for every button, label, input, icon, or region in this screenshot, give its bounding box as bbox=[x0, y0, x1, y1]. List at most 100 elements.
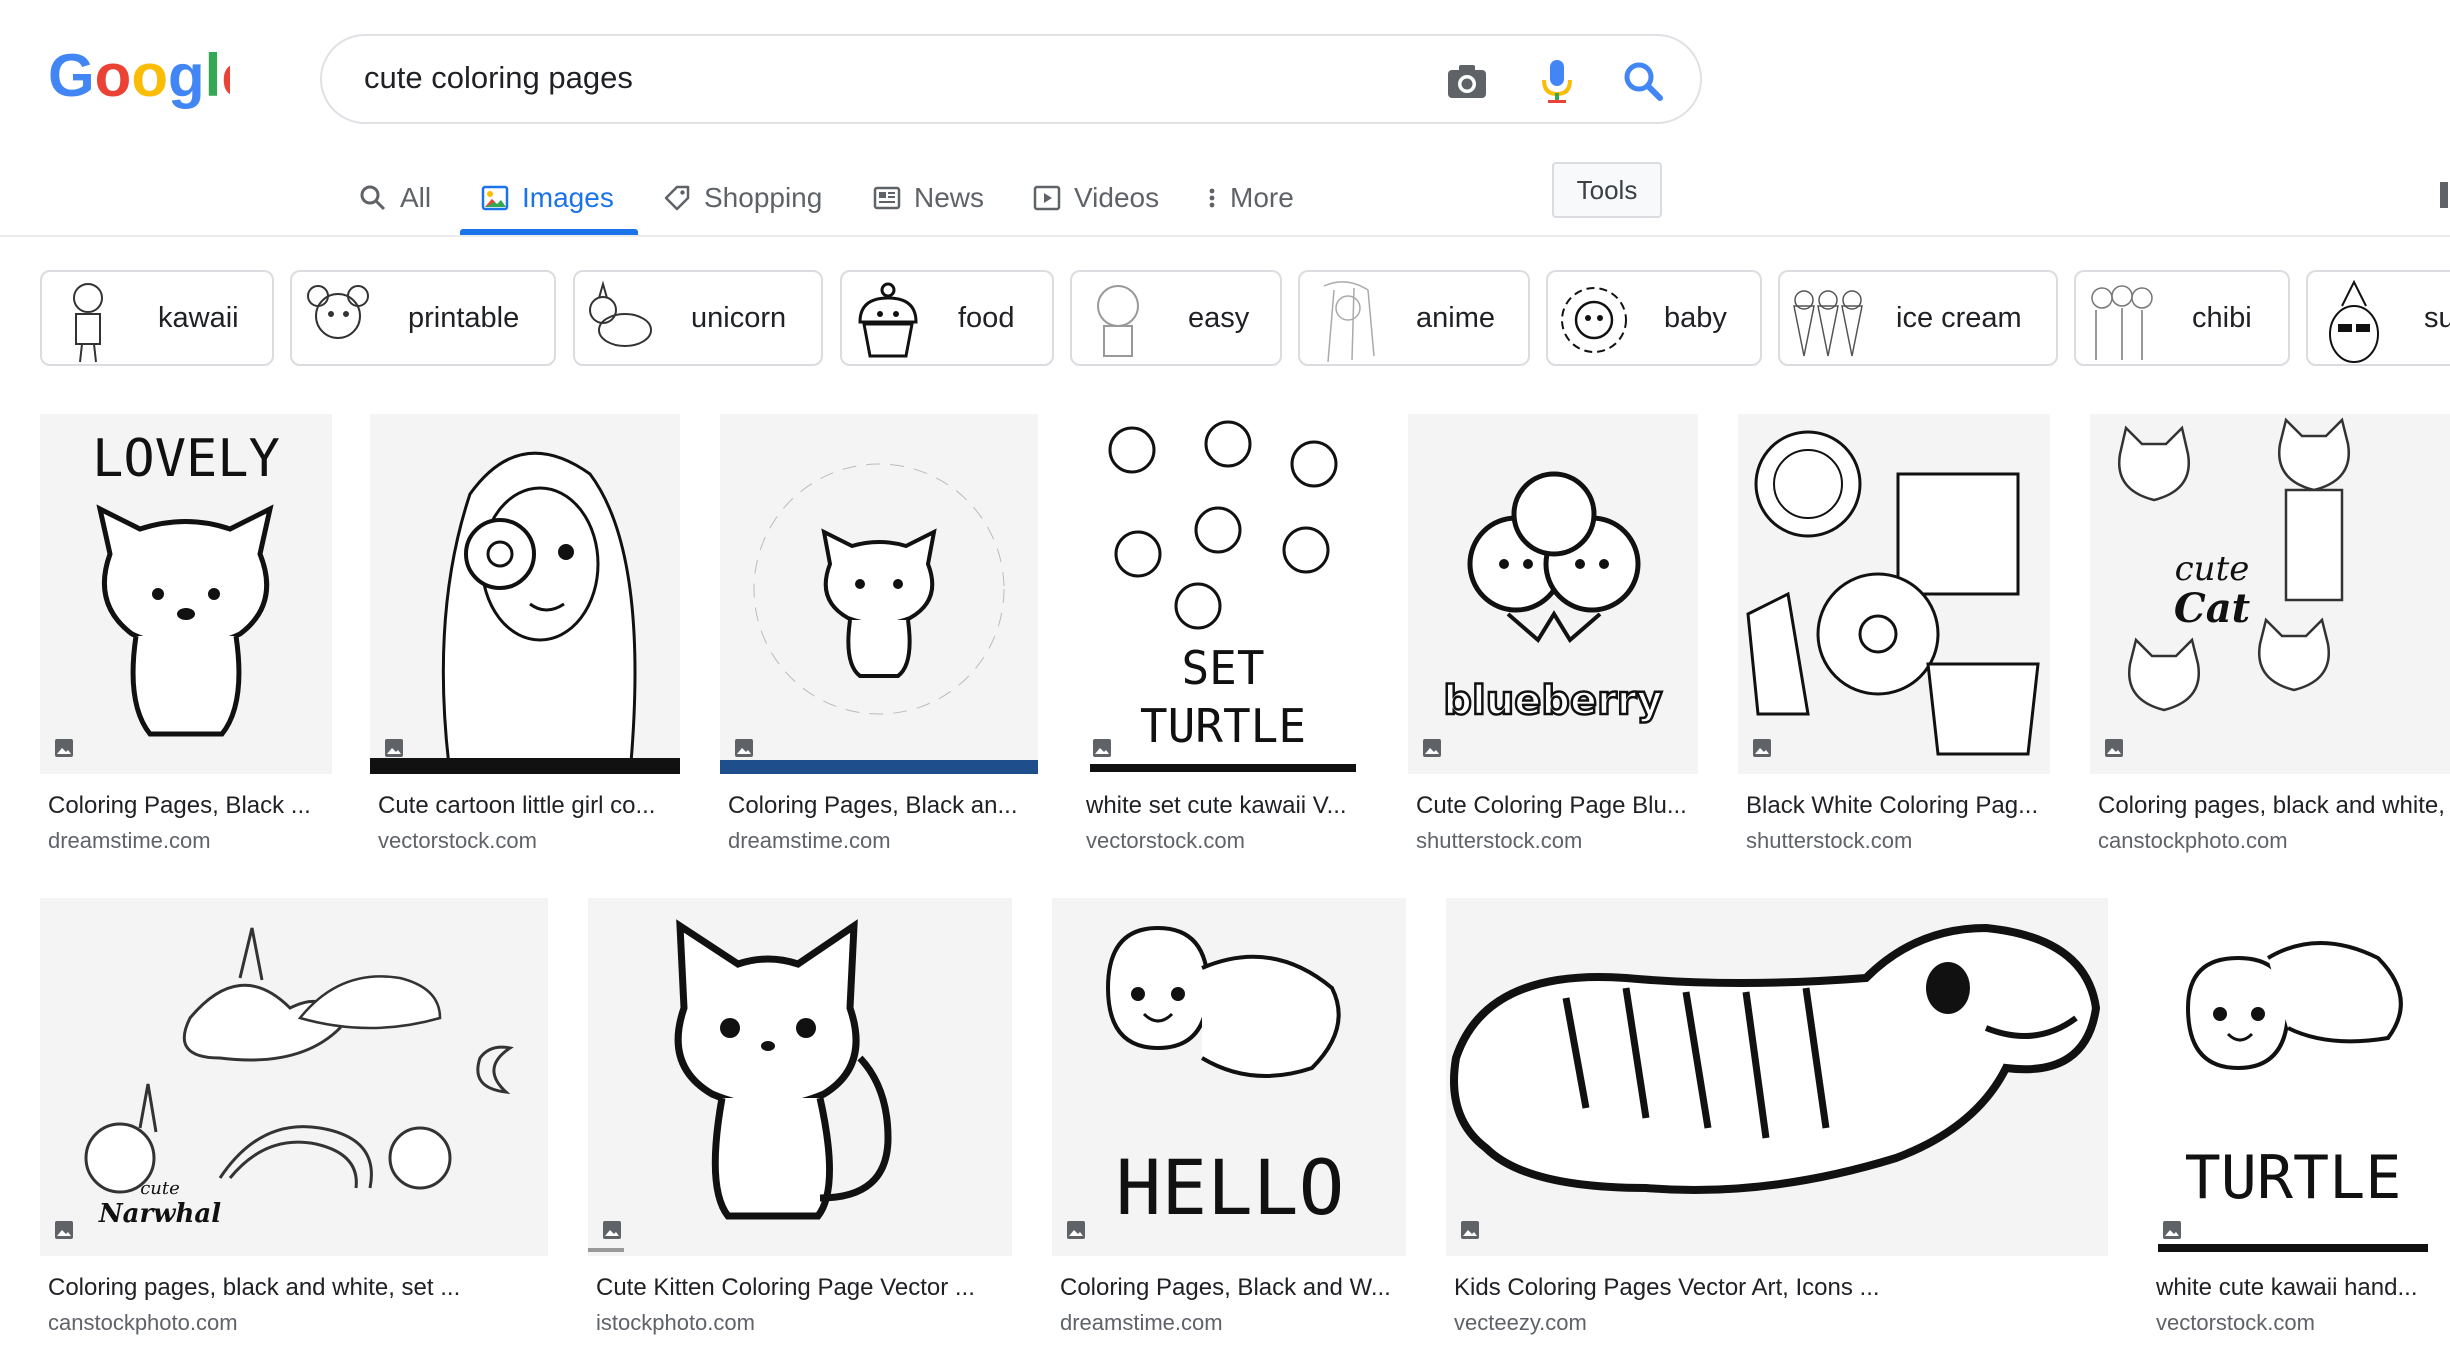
girl-drawing bbox=[370, 451, 680, 774]
scroll-marker bbox=[2440, 182, 2448, 208]
result-image[interactable]: TURTLE bbox=[2148, 898, 2438, 1256]
chip-baby[interactable]: baby bbox=[1546, 270, 1762, 366]
image-result[interactable]: Cute cartoon little girl co... vectorsto… bbox=[370, 414, 680, 864]
image-result[interactable]: LOVELY Coloring Pages, Black ... dreamst… bbox=[40, 414, 332, 864]
image-badge-icon bbox=[1423, 739, 1441, 757]
camera-icon[interactable] bbox=[1444, 58, 1490, 104]
search-box[interactable]: cute coloring pages bbox=[320, 34, 1702, 124]
mic-icon[interactable] bbox=[1534, 56, 1580, 106]
chip-chibi[interactable]: chibi bbox=[2074, 270, 2290, 366]
result-image[interactable]: cute Narwhal bbox=[40, 898, 548, 1256]
tab-label: More bbox=[1230, 182, 1294, 213]
chip-anime[interactable]: anime bbox=[1298, 270, 1530, 366]
chip-thumbnail bbox=[73, 283, 103, 363]
result-image[interactable] bbox=[588, 898, 1012, 1256]
image-badge-icon bbox=[55, 1221, 73, 1239]
result-title[interactable]: Kids Coloring Pages Vector Art, Icons ..… bbox=[1454, 1274, 2106, 1302]
image-result[interactable]: TURTLE white cute kawaii hand... vectors… bbox=[2148, 898, 2438, 1342]
search-input[interactable]: cute coloring pages bbox=[364, 60, 633, 96]
result-source[interactable]: vectorstock.com bbox=[378, 828, 537, 854]
chip-food[interactable]: food bbox=[840, 270, 1054, 366]
chip-label: chibi bbox=[2192, 302, 2252, 334]
blueberry-drawing: blueberry bbox=[1442, 471, 1664, 725]
chip-label: anime bbox=[1416, 302, 1495, 334]
chip-label: printable bbox=[408, 302, 520, 334]
image-result[interactable]: cute Cat Coloring pages, black and white… bbox=[2090, 414, 2450, 864]
tab-videos[interactable]: Videos bbox=[1032, 160, 1159, 236]
result-title[interactable]: Cute cartoon little girl co... bbox=[378, 792, 676, 820]
chip-su[interactable]: su bbox=[2306, 270, 2450, 366]
tab-images[interactable]: Images bbox=[480, 160, 614, 236]
result-image[interactable] bbox=[1446, 898, 2108, 1256]
result-image[interactable]: blueberry bbox=[1408, 414, 1698, 774]
tab-more[interactable]: More bbox=[1206, 160, 1294, 236]
result-source[interactable]: canstockphoto.com bbox=[2098, 828, 2288, 854]
chip-unicorn[interactable]: unicorn bbox=[573, 270, 823, 366]
image-result[interactable]: HELLO Coloring Pages, Black and W... dre… bbox=[1052, 898, 1406, 1342]
image-caption-text: Narwhal bbox=[98, 1199, 221, 1229]
result-source[interactable]: dreamstime.com bbox=[48, 828, 211, 854]
result-title[interactable]: Black White Coloring Pag... bbox=[1746, 792, 2046, 820]
image-result[interactable]: Black White Coloring Pag... shutterstock… bbox=[1738, 414, 2050, 864]
result-title[interactable]: white set cute kawaii V... bbox=[1086, 792, 1364, 820]
google-logo[interactable]: Google bbox=[48, 42, 230, 112]
result-title[interactable]: white cute kawaii hand... bbox=[2156, 1274, 2438, 1302]
tab-all[interactable]: All bbox=[358, 160, 431, 236]
result-title[interactable]: Cute Kitten Coloring Page Vector ... bbox=[596, 1274, 1010, 1302]
result-image[interactable]: SET TURTLE bbox=[1078, 414, 1368, 774]
search-icon[interactable] bbox=[1620, 56, 1666, 106]
image-result[interactable]: cute Narwhal Coloring pages, black and w… bbox=[40, 898, 548, 1342]
result-title[interactable]: Coloring Pages, Black and W... bbox=[1060, 1274, 1404, 1302]
result-source[interactable]: canstockphoto.com bbox=[48, 1310, 238, 1336]
tab-label: All bbox=[400, 182, 432, 213]
result-source[interactable]: istockphoto.com bbox=[596, 1310, 755, 1336]
image-result[interactable]: Kids Coloring Pages Vector Art, Icons ..… bbox=[1446, 898, 2108, 1342]
result-title[interactable]: Cute Coloring Page Blu... bbox=[1416, 792, 1694, 820]
result-source[interactable]: dreamstime.com bbox=[1060, 1310, 1223, 1336]
tab-news[interactable]: News bbox=[872, 160, 984, 236]
header-divider bbox=[0, 235, 2450, 237]
chip-thumbnail bbox=[1793, 290, 1863, 357]
result-image[interactable]: LOVELY bbox=[40, 414, 332, 774]
chip-easy[interactable]: easy bbox=[1070, 270, 1282, 366]
image-result[interactable]: blueberry Cute Coloring Page Blu... shut… bbox=[1408, 414, 1698, 864]
image-badge-icon bbox=[735, 739, 753, 757]
chip-thumbnail bbox=[858, 282, 918, 358]
image-result[interactable]: Coloring Pages, Black an... dreamstime.c… bbox=[720, 414, 1038, 864]
tab-shopping[interactable]: Shopping bbox=[662, 160, 822, 236]
result-source[interactable]: dreamstime.com bbox=[728, 828, 891, 854]
result-title[interactable]: Coloring pages, black and white, set ... bbox=[48, 1274, 546, 1302]
result-source[interactable]: shutterstock.com bbox=[1746, 828, 1912, 854]
image-result[interactable]: Cute Kitten Coloring Page Vector ... ist… bbox=[588, 898, 1012, 1342]
result-source[interactable]: vecteezy.com bbox=[1454, 1310, 1587, 1336]
image-badge-icon bbox=[603, 1221, 621, 1239]
newspaper-icon bbox=[873, 186, 901, 210]
result-title[interactable]: Coloring Pages, Black ... bbox=[48, 792, 328, 820]
result-title[interactable]: Coloring Pages, Black an... bbox=[728, 792, 1034, 820]
chip-thumbnail bbox=[589, 280, 652, 347]
image-result[interactable]: SET TURTLE white set cute kawaii V... ve… bbox=[1078, 414, 1368, 864]
result-image[interactable]: cute Cat bbox=[2090, 414, 2450, 774]
result-source[interactable]: vectorstock.com bbox=[2156, 1310, 2315, 1336]
kitten-drawing bbox=[588, 919, 892, 1252]
play-icon bbox=[1033, 185, 1061, 211]
chip-label: su bbox=[2424, 302, 2450, 334]
result-image[interactable] bbox=[370, 414, 680, 774]
puppy-doodle-drawing bbox=[720, 463, 1038, 774]
chip-ice-cream[interactable]: ice cream bbox=[1778, 270, 2058, 366]
image-icon bbox=[481, 185, 509, 211]
tools-button[interactable]: Tools bbox=[1552, 162, 1662, 218]
chip-printable[interactable]: printable bbox=[290, 270, 556, 366]
chip-thumbnail bbox=[307, 285, 369, 339]
chip-thumbnail bbox=[2329, 279, 2379, 363]
turtle-set-drawing: SET TURTLE bbox=[1090, 420, 1356, 772]
result-title[interactable]: Coloring pages, black and white, bbox=[2098, 792, 2450, 820]
result-image[interactable] bbox=[1738, 414, 2050, 774]
result-source[interactable]: vectorstock.com bbox=[1086, 828, 1245, 854]
result-image[interactable]: HELLO bbox=[1052, 898, 1406, 1256]
chip-label: easy bbox=[1188, 302, 1250, 334]
result-image[interactable] bbox=[720, 414, 1038, 774]
result-source[interactable]: shutterstock.com bbox=[1416, 828, 1582, 854]
chip-kawaii[interactable]: kawaii bbox=[40, 270, 274, 366]
image-caption-text: SET bbox=[1181, 641, 1264, 695]
